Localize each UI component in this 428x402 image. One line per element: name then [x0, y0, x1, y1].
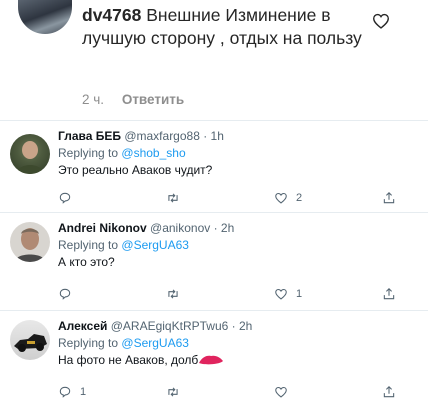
reply-icon [59, 192, 71, 204]
tweet-text: Это реально Аваков чудит? [58, 163, 213, 177]
reply-icon [59, 288, 71, 300]
share-icon [383, 192, 395, 204]
tweet-body: Алексей @ARAEgiqKtRPTwu6 · 2h Replying t… [58, 318, 418, 369]
like-icon [275, 192, 287, 204]
share-icon [383, 288, 395, 300]
like-icon [275, 386, 287, 398]
tweet-body: Andrei Nikonov @anikonov · 2h Replying t… [58, 220, 418, 271]
reply-icon [59, 386, 71, 398]
avatar[interactable] [18, 0, 72, 34]
comment-time: 2 ч. [82, 92, 105, 107]
divider [0, 120, 428, 121]
tweet-author-handle[interactable]: @ARAEgiqKtRPTwu6 · 2h [111, 319, 253, 333]
replying-to-link[interactable]: @SergUA63 [121, 238, 189, 252]
retweet-action[interactable] [166, 286, 188, 302]
tweet-text: А кто это? [58, 255, 115, 269]
tweet[interactable]: Алексей @ARAEgiqKtRPTwu6 · 2h Replying t… [0, 318, 428, 402]
reply-action[interactable] [58, 286, 80, 302]
like-action[interactable]: 2 [274, 190, 302, 206]
retweet-icon [168, 387, 178, 397]
replying-to: Replying to @SergUA63 [58, 237, 418, 254]
instagram-comment: dv4768 Внешние Изминение в лучшую сторон… [0, 0, 428, 118]
tweet-actions: 2 [58, 190, 418, 206]
divider [0, 310, 428, 311]
comment-text: dv4768 Внешние Изминение в лучшую сторон… [82, 4, 372, 50]
share-icon [383, 386, 395, 398]
replying-to-link[interactable]: @SergUA63 [121, 336, 189, 350]
like-action[interactable]: 1 [274, 286, 302, 302]
reply-action[interactable]: 1 [58, 384, 86, 400]
tweet-text-row: На фото не Аваков, долб [58, 352, 418, 369]
avatar[interactable] [10, 134, 50, 174]
tweet-author-handle[interactable]: @anikonov · 2h [150, 221, 234, 235]
tweet-actions: 1 [58, 384, 418, 400]
divider [0, 212, 428, 213]
replying-prefix: Replying to [58, 336, 119, 350]
like-count: 1 [296, 288, 303, 300]
tweet[interactable]: Глава БЕБ @maxfargo88 · 1h Replying to @… [0, 128, 428, 212]
tweet-actions: 1 [58, 286, 418, 302]
tweet-author-name[interactable]: Глава БЕБ [58, 129, 121, 143]
retweet-icon [168, 193, 178, 203]
avatar[interactable] [10, 222, 50, 262]
retweet-icon [168, 289, 178, 299]
replying-prefix: Replying to [58, 238, 119, 252]
replying-to: Replying to @shob_sho [58, 145, 418, 162]
replying-to: Replying to @SergUA63 [58, 335, 418, 352]
replying-to-link[interactable]: @shob_sho [121, 146, 185, 160]
like-icon [275, 288, 287, 300]
tweet-author-name[interactable]: Алексей [58, 319, 107, 333]
like-count: 2 [296, 192, 303, 204]
reply-action[interactable] [58, 190, 80, 206]
censor-blot [199, 355, 224, 365]
retweet-action[interactable] [166, 384, 188, 400]
tweet-author-name[interactable]: Andrei Nikonov [58, 221, 147, 235]
heart-icon[interactable] [372, 13, 390, 29]
tweet[interactable]: Andrei Nikonov @anikonov · 2h Replying t… [0, 220, 428, 304]
comment-username[interactable]: dv4768 [82, 5, 141, 25]
share-action[interactable] [382, 286, 396, 302]
like-action[interactable] [274, 384, 296, 400]
tweet-body: Глава БЕБ @maxfargo88 · 1h Replying to @… [58, 128, 418, 179]
tweet-text: На фото не Аваков, долб [58, 353, 199, 367]
tweet-author-handle[interactable]: @maxfargo88 · 1h [124, 129, 224, 143]
retweet-action[interactable] [166, 190, 188, 206]
comment-meta: 2 ч. Ответить [82, 92, 198, 107]
reply-button[interactable]: Ответить [122, 92, 184, 107]
avatar[interactable] [10, 320, 50, 360]
reply-count: 1 [80, 386, 87, 398]
share-action[interactable] [382, 190, 396, 206]
replying-prefix: Replying to [58, 146, 119, 160]
share-action[interactable] [382, 384, 396, 400]
